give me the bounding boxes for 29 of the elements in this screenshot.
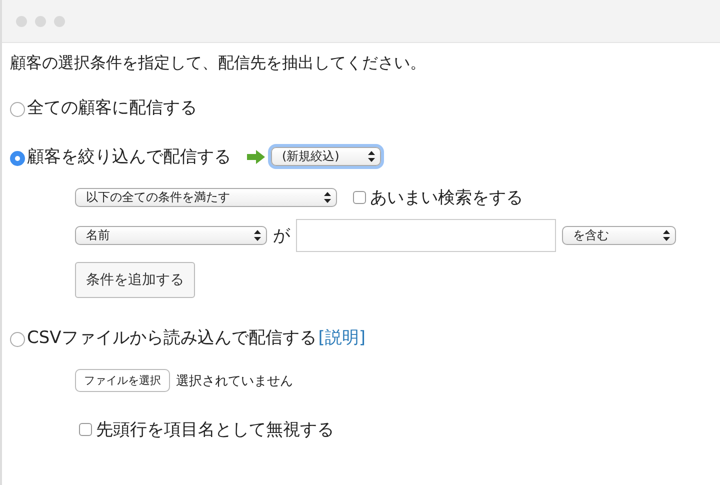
checkbox-label: 先頭行を項目名として無視する xyxy=(96,419,334,441)
field-dropdown[interactable]: 名前 xyxy=(75,226,267,245)
right-arrow-icon xyxy=(247,150,265,164)
radio-button[interactable] xyxy=(10,151,25,166)
window-control-icon[interactable] xyxy=(16,16,27,26)
add-condition-button[interactable]: 条件を追加する xyxy=(75,262,195,298)
particle-text: が xyxy=(273,225,290,247)
match-mode-dropdown[interactable]: 以下の全ての条件を満たす xyxy=(75,188,337,207)
checkbox-label: あいまい検索をする xyxy=(370,187,523,209)
option-label: CSVファイルから読み込んで配信する xyxy=(27,327,316,349)
dropdown-arrows-icon xyxy=(324,192,331,203)
window-control-icon[interactable] xyxy=(54,16,65,26)
help-link[interactable]: [説明] xyxy=(318,326,366,349)
radio-button[interactable] xyxy=(10,332,25,347)
choose-file-button[interactable]: ファイルを選択 xyxy=(75,369,170,392)
condition-input-field[interactable] xyxy=(296,219,556,252)
option-label: 全ての顧客に配信する xyxy=(27,97,197,119)
dropdown-arrows-icon xyxy=(663,230,670,241)
dropdown-arrows-icon xyxy=(254,230,261,241)
operator-dropdown[interactable]: を含む xyxy=(562,226,676,245)
instruction-text: 顧客の選択条件を指定して、配信先を抽出してください。 xyxy=(10,53,427,74)
checkbox[interactable] xyxy=(353,191,366,204)
file-status-text: 選択されていません xyxy=(176,372,293,390)
dropdown-arrows-icon xyxy=(368,151,375,162)
window-control-icon[interactable] xyxy=(35,16,46,26)
radio-button[interactable] xyxy=(10,102,25,117)
preset-dropdown[interactable]: (新規絞込) xyxy=(271,147,381,166)
checkbox[interactable] xyxy=(79,423,92,436)
option-label: 顧客を絞り込んで配信する xyxy=(27,146,231,168)
